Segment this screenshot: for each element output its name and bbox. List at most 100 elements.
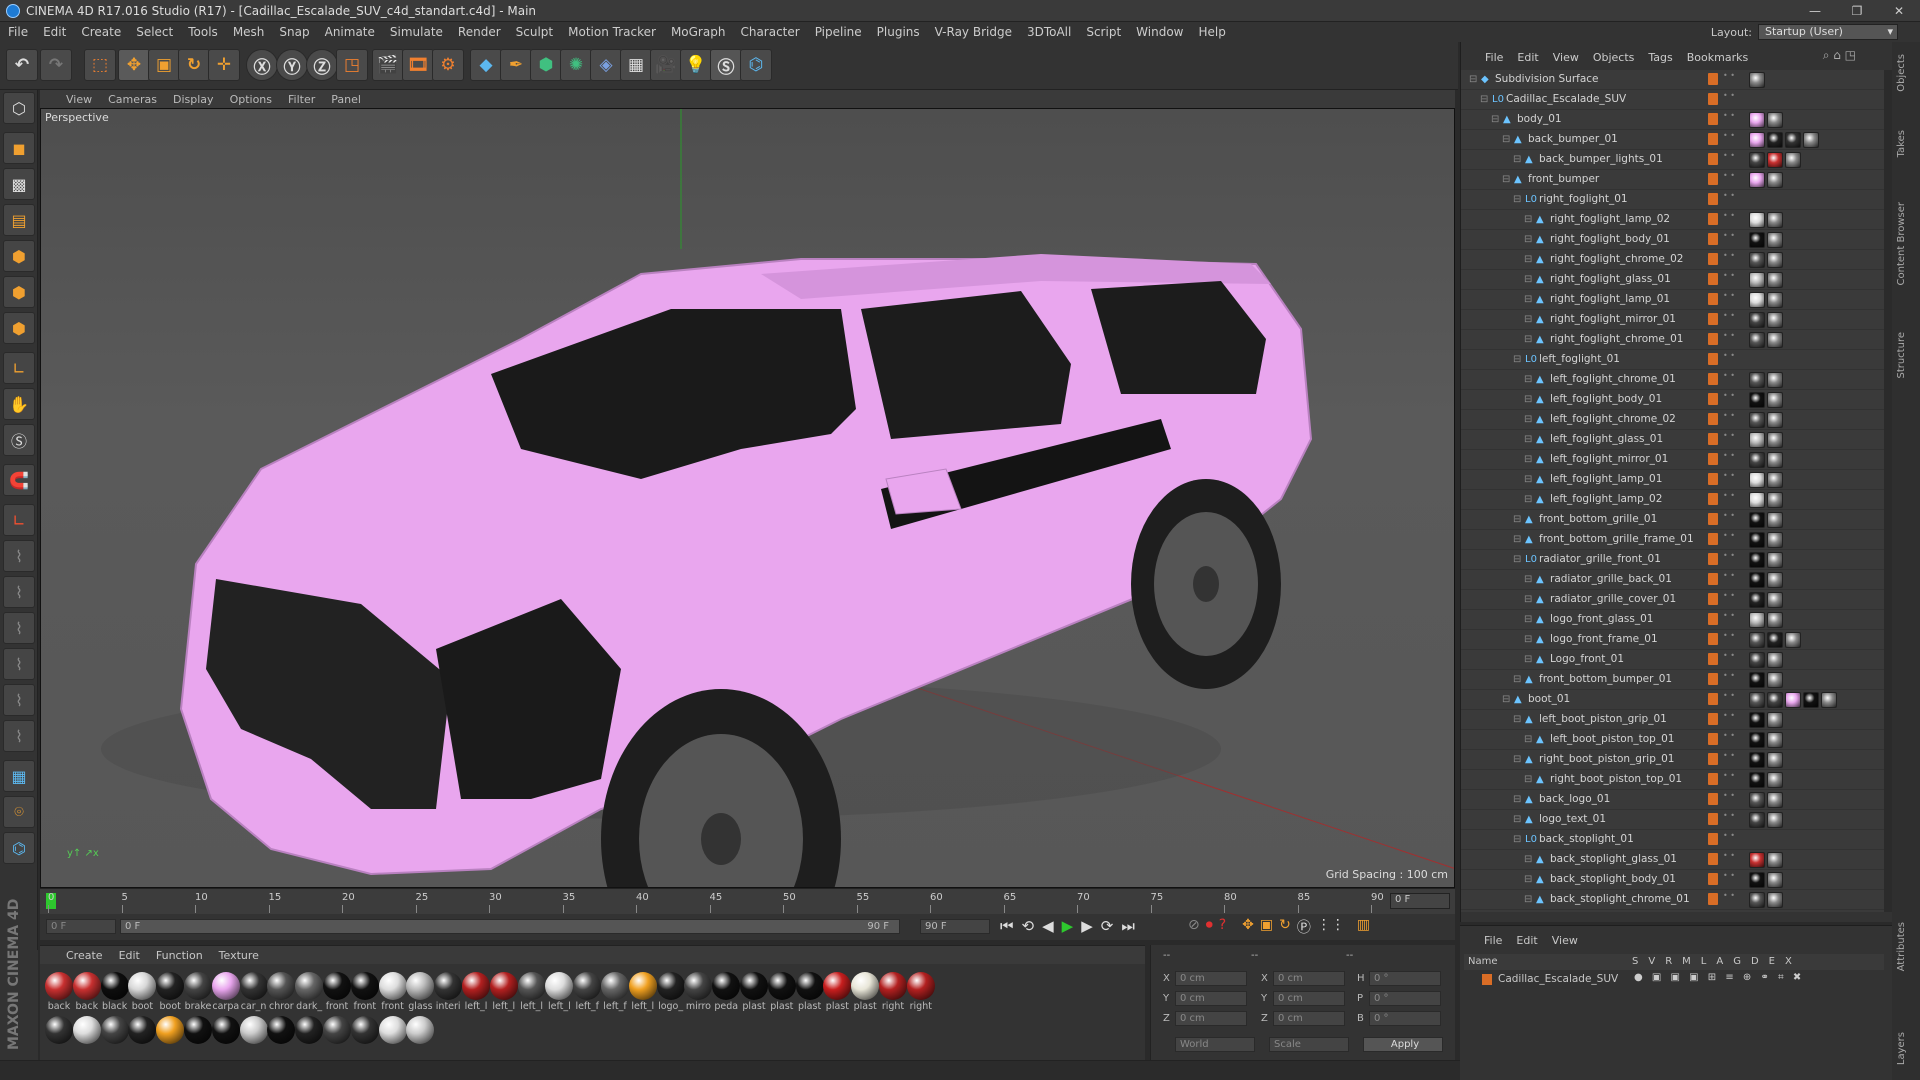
right-tab-attributes[interactable]: Attributes [1896, 922, 1914, 971]
material-menu-create[interactable]: Create [66, 949, 103, 962]
material-menu-edit[interactable]: Edit [119, 949, 140, 962]
prev-frame-icon[interactable]: ◀ [1042, 917, 1054, 935]
expand-toggle-icon[interactable]: ⊟ [1480, 94, 1491, 105]
expand-toggle-icon[interactable]: ⊟ [1524, 734, 1535, 745]
timeline-window-icon[interactable]: ▥ [1357, 917, 1370, 937]
layer-color-icon[interactable] [1708, 713, 1718, 725]
material-swatch[interactable]: back [72, 972, 102, 1014]
key-pla-icon[interactable]: ⋮⋮ [1317, 917, 1345, 937]
visibility-dots-icon[interactable]: • • [1723, 792, 1735, 800]
menu-v-ray-bridge[interactable]: V-Ray Bridge [935, 25, 1012, 39]
sculpt-flatten-icon[interactable]: ⌇ [3, 684, 35, 716]
object-menu-view[interactable]: View [1553, 51, 1579, 64]
layer-color-icon[interactable] [1708, 813, 1718, 825]
magnet-icon[interactable]: ⌾ [3, 796, 35, 828]
expand-toggle-icon[interactable]: ⊟ [1469, 74, 1480, 85]
live-selection-icon[interactable]: ⬚ [84, 49, 116, 81]
object-row[interactable]: ⊟ ▲ right_boot_piston_top_01 • • [1461, 770, 1885, 790]
layer-color-icon[interactable] [1708, 633, 1718, 645]
visibility-dots-icon[interactable]: • • [1723, 572, 1735, 580]
material-tag-icon[interactable] [1767, 572, 1783, 588]
apply-button[interactable]: Apply [1363, 1037, 1443, 1052]
menu-sculpt[interactable]: Sculpt [516, 25, 553, 39]
material-swatch[interactable]: front [378, 972, 408, 1014]
material-swatch[interactable] [183, 1016, 213, 1058]
menu-mograph[interactable]: MoGraph [671, 25, 726, 39]
visibility-dots-icon[interactable]: • • [1723, 412, 1735, 420]
object-row[interactable]: ⊟ ▲ right_boot_piston_grip_01 • • [1461, 750, 1885, 770]
material-tag-icon[interactable] [1749, 852, 1765, 868]
material-tag-icon[interactable] [1767, 772, 1783, 788]
python-script-icon[interactable]: ⌬ [3, 832, 35, 864]
material-swatch[interactable] [100, 1016, 130, 1058]
material-tag-icon[interactable] [1749, 712, 1765, 728]
layer-color-icon[interactable] [1708, 233, 1718, 245]
object-row[interactable]: ⊟ ▲ back_stoplight_glass_01 • • [1461, 850, 1885, 870]
material-swatch[interactable]: dark_ [294, 972, 324, 1014]
material-swatch[interactable]: right [878, 972, 908, 1014]
object-menu-objects[interactable]: Objects [1593, 51, 1635, 64]
prev-key-icon[interactable]: ⟲ [1022, 917, 1035, 935]
object-row[interactable]: ⊟ L0 radiator_grille_front_01 • • [1461, 550, 1885, 570]
material-tag-icon[interactable] [1749, 612, 1765, 628]
expand-toggle-icon[interactable]: ⊟ [1513, 354, 1524, 365]
solo-icon[interactable]: Ⓢ [3, 424, 35, 456]
material-tag-icon[interactable] [1749, 892, 1765, 908]
material-swatch[interactable]: left_l [544, 972, 574, 1014]
material-tag-icon[interactable] [1749, 132, 1765, 148]
visibility-dots-icon[interactable]: • • [1723, 152, 1735, 160]
material-tag-icon[interactable] [1767, 892, 1783, 908]
layer-color-icon[interactable] [1708, 773, 1718, 785]
material-tag-icon[interactable] [1749, 552, 1765, 568]
planar-workplane-icon[interactable]: ⌇ [3, 540, 35, 572]
material-swatch[interactable]: left_l [517, 972, 547, 1014]
material-swatch[interactable] [211, 1016, 241, 1058]
material-swatch[interactable]: carpa [211, 972, 241, 1014]
material-tag-icon[interactable] [1785, 692, 1801, 708]
visibility-dots-icon[interactable]: • • [1723, 832, 1735, 840]
pen-spline-icon[interactable]: ✒ [500, 49, 532, 81]
render-picture-viewer-icon[interactable]: 🎞 [402, 49, 434, 81]
object-row[interactable]: ⊟ ▲ radiator_grille_cover_01 • • [1461, 590, 1885, 610]
rot-b-field[interactable]: 0 ° [1369, 1011, 1441, 1026]
material-swatch[interactable] [378, 1016, 408, 1058]
material-tag-icon[interactable] [1749, 812, 1765, 828]
right-tab-structure[interactable]: Structure [1896, 332, 1914, 379]
material-swatch[interactable]: brake [183, 972, 213, 1014]
material-swatch[interactable]: interi [433, 972, 463, 1014]
visibility-dots-icon[interactable]: • • [1723, 132, 1735, 140]
layer-color-icon[interactable] [1708, 873, 1718, 885]
menu-mesh[interactable]: Mesh [233, 25, 265, 39]
menu-tools[interactable]: Tools [188, 25, 218, 39]
sculpt-smooth-icon[interactable]: ⌇ [3, 612, 35, 644]
material-swatch[interactable]: boot [127, 972, 157, 1014]
autokey-icon[interactable]: ⏺ [1206, 917, 1213, 937]
minimize-button[interactable]: — [1794, 0, 1836, 22]
material-tag-icon[interactable] [1785, 632, 1801, 648]
material-swatch[interactable]: plast [795, 972, 825, 1014]
object-row[interactable]: ⊟ L0 right_foglight_01 • • [1461, 190, 1885, 210]
material-tag-icon[interactable] [1767, 172, 1783, 188]
menu-window[interactable]: Window [1136, 25, 1183, 39]
material-menu-texture[interactable]: Texture [219, 949, 259, 962]
object-row[interactable]: ⊟ ▲ right_foglight_glass_01 • • [1461, 270, 1885, 290]
material-tag-icon[interactable] [1767, 492, 1783, 508]
visibility-dots-icon[interactable]: • • [1723, 852, 1735, 860]
menu-create[interactable]: Create [81, 25, 121, 39]
visibility-dots-icon[interactable]: • • [1723, 492, 1735, 500]
material-swatch[interactable]: left_f [572, 972, 602, 1014]
menu-edit[interactable]: Edit [43, 25, 66, 39]
expand-toggle-icon[interactable]: ⊟ [1524, 854, 1535, 865]
material-tag-icon[interactable] [1749, 292, 1765, 308]
expand-toggle-icon[interactable]: ⊟ [1524, 594, 1535, 605]
floor-icon[interactable]: ▦ [620, 49, 652, 81]
coordinate-system-icon[interactable]: ◳ [336, 49, 368, 81]
material-tag-icon[interactable] [1749, 432, 1765, 448]
sculpt-pull-icon[interactable]: ⌇ [3, 576, 35, 608]
layer-color-icon[interactable] [1708, 393, 1718, 405]
expand-toggle-icon[interactable]: ⊟ [1524, 274, 1535, 285]
material-tag-icon[interactable] [1767, 392, 1783, 408]
expand-toggle-icon[interactable]: ⊟ [1491, 114, 1502, 125]
visibility-dots-icon[interactable]: • • [1723, 892, 1735, 900]
viewport-menu-display[interactable]: Display [173, 93, 214, 106]
